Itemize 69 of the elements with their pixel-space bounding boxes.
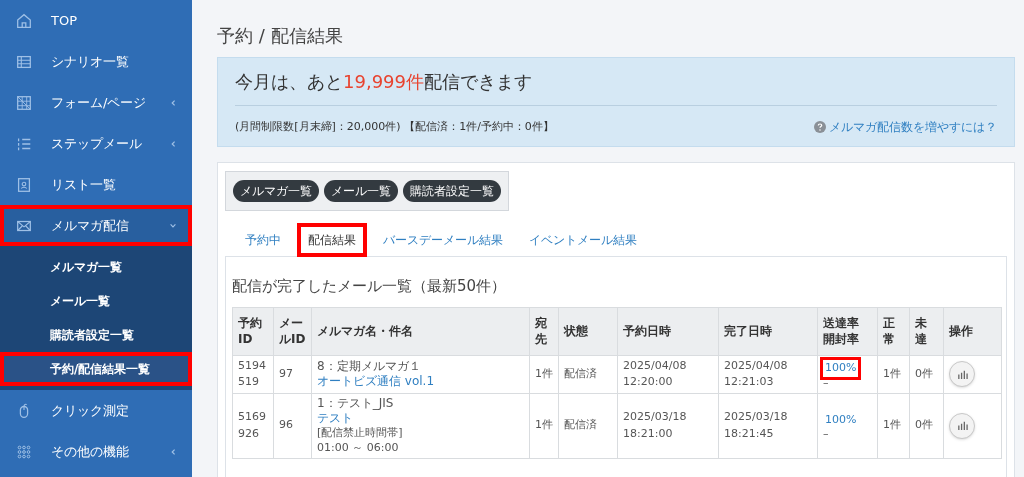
table-cell: 97 bbox=[273, 355, 312, 393]
tab[interactable]: イベントメール結果 bbox=[519, 224, 647, 256]
tab[interactable]: バースデーメール結果 bbox=[373, 224, 513, 256]
delivery-rate-link[interactable]: 100% bbox=[823, 360, 859, 377]
submenu-item[interactable]: メルマガ一覧 bbox=[0, 250, 192, 284]
column-header: 宛先 bbox=[529, 307, 559, 355]
sidebar-item[interactable]: フォーム/ページ bbox=[0, 82, 192, 123]
bar-chart-icon bbox=[956, 368, 968, 380]
column-header: 送達率開封率 bbox=[817, 307, 878, 355]
sidebar-item[interactable]: シナリオ一覧 bbox=[0, 41, 192, 82]
quick-button[interactable]: メルマガ一覧 bbox=[233, 180, 319, 202]
bar-chart-icon bbox=[956, 420, 968, 432]
column-header: 操作 bbox=[943, 307, 1002, 355]
schedule-note: [配信禁止時間帯] bbox=[317, 426, 404, 441]
quick-button[interactable]: 購読者設定一覧 bbox=[403, 180, 501, 202]
address-book-icon bbox=[15, 175, 33, 194]
quick-button[interactable]: メール一覧 bbox=[324, 180, 398, 202]
page-title: 予約 / 配信結果 bbox=[217, 24, 344, 48]
open-rate: – bbox=[823, 376, 830, 388]
table-cell: 1件 bbox=[877, 393, 910, 459]
table-cell: 2025/04/08 12:21:03 bbox=[718, 355, 818, 393]
help-link[interactable]: メルマガ配信数を増やすには？ bbox=[814, 118, 997, 136]
table-cell: 1件 bbox=[877, 355, 910, 393]
table-cell: 1件 bbox=[529, 355, 559, 393]
submenu-item[interactable]: 予約/配信結果一覧 bbox=[0, 352, 192, 386]
quota-headline: 今月は、あと 19,999件配信できます bbox=[235, 68, 997, 106]
submenu-item[interactable]: メール一覧 bbox=[0, 284, 192, 318]
column-header: 状態 bbox=[558, 307, 618, 355]
tab[interactable]: 予約中 bbox=[235, 224, 291, 256]
schedule-note: 01:00 ～ 06:00 bbox=[317, 440, 400, 456]
table-cell: 配信済 bbox=[558, 393, 618, 459]
tab[interactable]: 配信結果 bbox=[297, 223, 367, 257]
magazine-name: 1：テスト_JIS bbox=[317, 395, 395, 411]
section-title: 配信が完了したメール一覧（最新50件） bbox=[232, 276, 508, 297]
column-header: 予約ID bbox=[232, 307, 274, 355]
table-cell: 0件 bbox=[909, 355, 944, 393]
grid-icon bbox=[15, 93, 33, 112]
sidebar-item[interactable]: クリック測定 bbox=[0, 390, 192, 431]
subject-link[interactable]: テスト bbox=[317, 410, 524, 427]
magazine-name: 8：定期メルマガ１ bbox=[317, 358, 422, 374]
subject-link[interactable]: オートビズ通信 vol.1 bbox=[317, 373, 524, 390]
table-cell: 2025/04/08 12:20:00 bbox=[617, 355, 719, 393]
quota-detail: (月間制限数[月末締]：20,000件) 【配信済：1件/予約中：0件】 bbox=[235, 118, 554, 135]
column-header: メールID bbox=[273, 307, 312, 355]
table-cell: 2025/03/18 18:21:00 bbox=[617, 393, 719, 459]
sidebar-item[interactable]: ステップメール bbox=[0, 123, 192, 164]
column-header: 完了日時 bbox=[718, 307, 818, 355]
sidebar-item[interactable]: その他の機能 bbox=[0, 431, 192, 472]
sidebar-item[interactable]: TOP bbox=[0, 0, 192, 41]
table-cell: 1件 bbox=[529, 393, 559, 459]
sidebar-item[interactable]: メルマガ配信 bbox=[0, 205, 192, 246]
column-header: メルマガ名・件名 bbox=[311, 307, 530, 355]
table-cell: 2025/03/18 18:21:45 bbox=[718, 393, 818, 459]
stats-button[interactable] bbox=[949, 412, 975, 439]
home-icon bbox=[15, 11, 33, 30]
sidebar-item[interactable]: リスト一覧 bbox=[0, 164, 192, 205]
open-rate: – bbox=[823, 428, 830, 440]
table-cell: 配信済 bbox=[558, 355, 618, 393]
column-header: 正常 bbox=[877, 307, 910, 355]
submenu-item[interactable]: 購読者設定一覧 bbox=[0, 318, 192, 352]
table-cell: 5194519 bbox=[232, 355, 274, 393]
stats-button[interactable] bbox=[949, 361, 975, 387]
column-header: 予約日時 bbox=[617, 307, 719, 355]
help-icon bbox=[814, 121, 826, 133]
column-header: 未達 bbox=[909, 307, 944, 355]
table-cell: 5169926 bbox=[232, 393, 274, 459]
delivery-rate-link[interactable]: 100% bbox=[823, 411, 859, 429]
table-cell: 0件 bbox=[909, 393, 944, 459]
table-cell: 96 bbox=[273, 393, 312, 459]
